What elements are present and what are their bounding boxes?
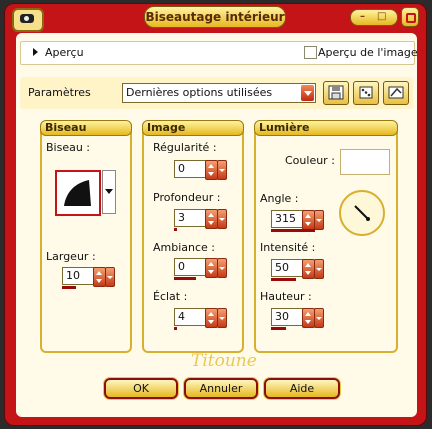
profondeur-input[interactable]: 3 <box>174 209 209 227</box>
eclat-input[interactable]: 4 <box>174 308 209 326</box>
intensite-slider[interactable] <box>271 278 296 281</box>
profondeur-slider[interactable] <box>174 228 177 231</box>
regularite-spinner[interactable]: 0 <box>174 160 227 180</box>
angle-label: Angle : <box>260 192 299 205</box>
bevel-group-title: Biseau <box>40 120 132 136</box>
save-icon <box>328 85 344 100</box>
title-bar[interactable]: Biseautage intérieur – □ <box>4 3 427 32</box>
dialog-window: Biseautage intérieur – □ Aperçu Aperçu d… <box>4 3 427 426</box>
dial-needle-icon <box>354 205 370 221</box>
image-group-title: Image <box>142 120 244 136</box>
ambiance-slider[interactable] <box>174 277 196 280</box>
bevel-label: Biseau : <box>46 141 91 154</box>
params-label: Paramètres <box>28 86 91 99</box>
preview-bar: Aperçu Aperçu de l'image <box>20 41 418 65</box>
angle-slider[interactable] <box>271 229 315 232</box>
eclat-label: Éclat : <box>153 290 188 303</box>
hauteur-input[interactable]: 30 <box>271 308 306 326</box>
expand-arrow-icon[interactable] <box>33 48 38 56</box>
largeur-spinner[interactable]: 10 <box>62 267 115 289</box>
eclat-slider[interactable] <box>174 327 177 330</box>
chevron-down-icon[interactable] <box>301 85 314 101</box>
largeur-label: Largeur : <box>46 250 96 263</box>
image-group: Image Régularité : 0 Profondeur : 3 Ambi… <box>142 120 244 353</box>
ambiance-label: Ambiance : <box>153 241 216 254</box>
preset-combobox[interactable]: Dernières options utilisées <box>122 83 316 103</box>
profondeur-slider-toggle[interactable] <box>217 209 227 229</box>
camera-icon[interactable] <box>12 8 44 32</box>
intensite-label: Intensité : <box>260 241 316 254</box>
largeur-input[interactable]: 10 <box>62 267 97 285</box>
hauteur-slider-toggle[interactable] <box>314 308 324 328</box>
ambiance-slider-toggle[interactable] <box>217 258 227 278</box>
light-group: Lumière Couleur : Angle : 315 Intensité … <box>254 120 398 353</box>
dialog-body: Aperçu Aperçu de l'image Paramètres Dern… <box>16 33 418 417</box>
light-group-title: Lumière <box>254 120 398 136</box>
eclat-slider-toggle[interactable] <box>217 308 227 328</box>
regularite-slider-toggle[interactable] <box>217 160 227 180</box>
save-preset-button[interactable] <box>323 81 349 105</box>
light-color-swatch[interactable] <box>340 149 390 175</box>
intensite-spinner[interactable]: 50 <box>271 259 324 281</box>
close-icon <box>406 13 416 23</box>
minimize-button[interactable]: – <box>360 10 365 24</box>
window-controls: – □ <box>350 9 398 26</box>
cancel-button[interactable]: Annuler <box>184 378 258 399</box>
window-title: Biseautage intérieur <box>144 6 286 28</box>
preview-toggle-label[interactable]: Aperçu <box>45 46 84 59</box>
hauteur-spinner[interactable]: 30 <box>271 308 324 330</box>
close-button[interactable] <box>401 7 419 27</box>
largeur-slider-toggle[interactable] <box>105 267 115 287</box>
ambiance-spinner[interactable]: 0 <box>174 258 227 280</box>
regularite-input[interactable]: 0 <box>174 160 209 178</box>
eclat-spinner[interactable]: 4 <box>174 308 227 330</box>
angle-input[interactable]: 315 <box>271 210 306 228</box>
hauteur-label: Hauteur : <box>260 290 312 303</box>
intensite-slider-toggle[interactable] <box>314 259 324 279</box>
help-button[interactable]: Aide <box>264 378 340 399</box>
image-preview-checkbox[interactable] <box>304 46 317 59</box>
couleur-label: Couleur : <box>285 154 335 167</box>
bevel-shape-icon <box>64 180 91 206</box>
angle-dial[interactable] <box>339 190 385 236</box>
signature-watermark: Titoune <box>191 351 257 371</box>
intensite-input[interactable]: 50 <box>271 259 306 277</box>
regularite-label: Régularité : <box>153 141 217 154</box>
largeur-slider[interactable] <box>62 286 76 289</box>
dice-icon <box>359 86 373 99</box>
preset-value: Dernières options utilisées <box>126 86 273 99</box>
randomize-button[interactable] <box>353 81 379 105</box>
ok-button[interactable]: OK <box>104 378 178 399</box>
bevel-shape-dropdown[interactable] <box>102 170 116 214</box>
bevel-shape-preview[interactable] <box>55 170 101 216</box>
maximize-button[interactable]: □ <box>377 10 386 24</box>
reset-button[interactable] <box>383 81 409 105</box>
profondeur-spinner[interactable]: 3 <box>174 209 227 231</box>
ambiance-input[interactable]: 0 <box>174 258 209 276</box>
profondeur-label: Profondeur : <box>153 191 221 204</box>
angle-slider-toggle[interactable] <box>314 210 324 230</box>
hauteur-slider[interactable] <box>271 327 286 330</box>
angle-spinner[interactable]: 315 <box>271 210 324 232</box>
image-preview-label[interactable]: Aperçu de l'image <box>318 46 418 59</box>
reset-icon <box>388 86 404 99</box>
bevel-group: Biseau Biseau : Largeur : 10 <box>40 120 132 353</box>
presets-row: Paramètres Dernières options utilisées <box>20 77 413 109</box>
